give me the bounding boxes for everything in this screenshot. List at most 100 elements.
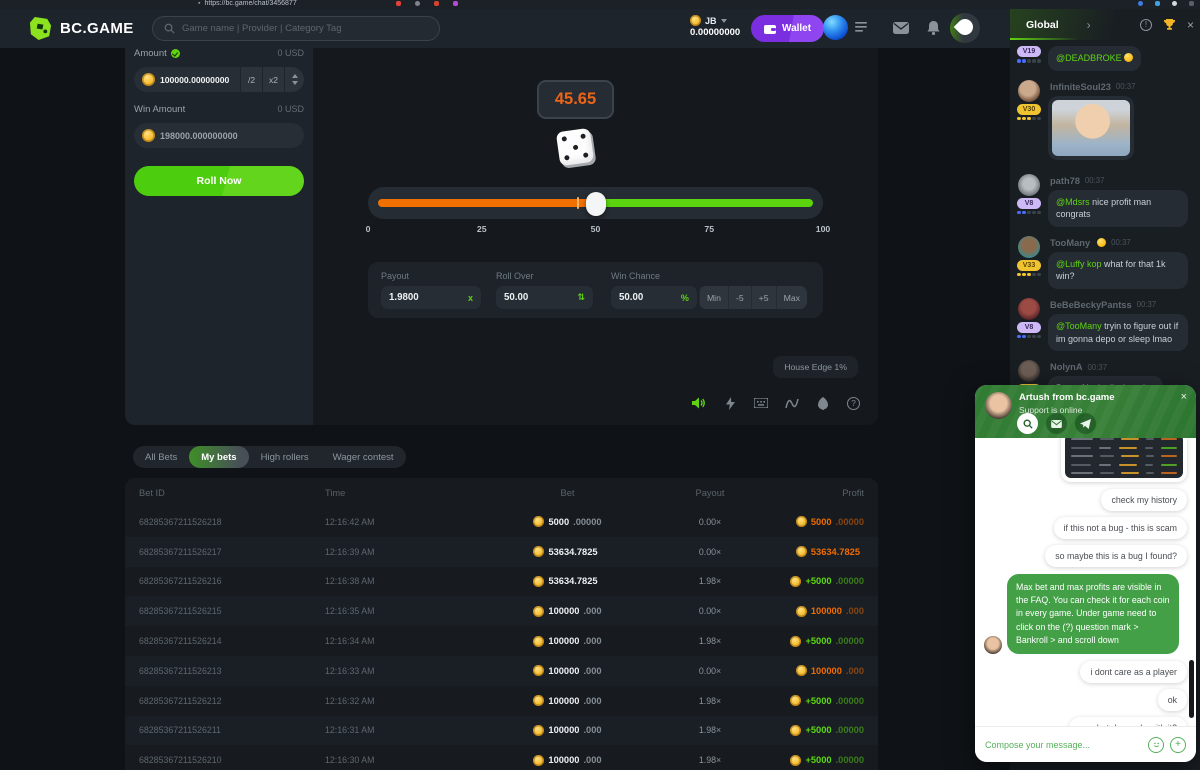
menu-icon[interactable]	[855, 22, 867, 32]
bet-row[interactable]: 68285367211526216 12:16:38 AM 53634.7825…	[125, 567, 878, 597]
currency-selector[interactable]: JB 0.00000000	[690, 15, 740, 38]
trends-icon[interactable]	[785, 396, 799, 410]
bet-row[interactable]: 68285367211526217 12:16:39 AM 53634.7825…	[125, 537, 878, 567]
bets-tab[interactable]: Wager contest	[321, 446, 406, 468]
username[interactable]: NolynA	[1050, 362, 1083, 372]
bet-row[interactable]: 68285367211526214 12:16:34 AM 100000.000…	[125, 626, 878, 656]
coin-icon	[790, 636, 801, 647]
extension-icon	[1138, 1, 1143, 6]
bet-id: 68285367211526214	[125, 636, 325, 646]
bet-profit: +5000.00000	[760, 755, 878, 766]
support-scrollbar[interactable]	[1189, 660, 1194, 718]
support-email-icon[interactable]	[1046, 413, 1067, 434]
bets-tab[interactable]: All Bets	[133, 446, 189, 468]
support-message-input[interactable]	[985, 740, 1142, 750]
bet-payout: 1.98×	[660, 696, 760, 706]
amount-label: Amount	[134, 48, 180, 59]
amount-input[interactable]: 100000.00000000	[134, 67, 240, 92]
mention-link[interactable]: @DEADBROKE	[1056, 53, 1122, 63]
user-avatar[interactable]	[823, 15, 848, 40]
favicon	[434, 1, 439, 6]
help-icon[interactable]: ?	[847, 397, 860, 410]
message-time: 00:37	[1088, 363, 1108, 372]
win-amount-input[interactable]: 198000.000000000	[134, 123, 304, 148]
mention-link[interactable]: @Luffy kop	[1056, 259, 1102, 269]
roll-now-button[interactable]: Roll Now	[134, 166, 304, 196]
browser-chrome: ▪ https://bc.game/chat/3456877	[0, 0, 1200, 9]
avatar[interactable]	[1018, 236, 1040, 258]
support-telegram-icon[interactable]	[1075, 413, 1096, 434]
coin-icon	[533, 755, 544, 766]
avatar[interactable]	[1018, 298, 1040, 320]
bet-payout: 0.00×	[660, 547, 760, 557]
mention-link[interactable]: @TooMany	[1056, 321, 1102, 331]
username[interactable]: BeBeBeckyPantss	[1050, 300, 1132, 310]
payout-input[interactable]: 1.9800 x	[381, 286, 481, 309]
winchance-quick-button[interactable]: Max	[776, 286, 807, 309]
address-bar[interactable]: ▪ https://bc.game/chat/3456877	[198, 0, 297, 7]
bets-tab[interactable]: My bets	[189, 446, 248, 468]
attach-icon[interactable]: +	[1170, 737, 1186, 753]
double-bet-button[interactable]: x2	[262, 67, 284, 92]
close-support-icon[interactable]: ×	[1181, 391, 1187, 403]
bet-row[interactable]: 68285367211526213 12:16:33 AM 100000.000…	[125, 656, 878, 686]
support-search-icon[interactable]	[1017, 413, 1038, 434]
search-input[interactable]	[182, 23, 412, 34]
bet-profit: +5000.00000	[760, 725, 878, 736]
message-bubble: @TooMany tryin to figure out if im gonna…	[1048, 314, 1188, 351]
mention-link[interactable]: @Mdsrs	[1056, 197, 1090, 207]
seed-icon[interactable]	[816, 396, 830, 410]
dice-game-area: 45.65 0 25 50 75 100	[313, 48, 878, 425]
chat-room-title[interactable]: Global	[1026, 19, 1059, 31]
trophy-icon[interactable]	[1163, 18, 1176, 31]
bet-time: 12:16:42 AM	[325, 517, 475, 527]
amount-stepper[interactable]	[284, 67, 304, 92]
bet-profit: 100000.000	[760, 665, 878, 676]
emoji-picker-icon[interactable]	[1148, 737, 1164, 753]
mail-icon[interactable]	[893, 21, 909, 35]
bet-row[interactable]: 68285367211526218 12:16:42 AM 5000.00000…	[125, 507, 878, 537]
half-bet-button[interactable]: /2	[240, 67, 262, 92]
sound-icon[interactable]	[692, 396, 706, 410]
roll-slider[interactable]	[368, 187, 823, 219]
winchance-quick-button[interactable]: Min	[699, 286, 728, 309]
bets-tab[interactable]: High rollers	[249, 446, 321, 468]
hotkeys-icon[interactable]	[754, 396, 768, 410]
col-payout: Payout	[660, 488, 760, 498]
winchance-quick-button[interactable]: +5	[751, 286, 776, 309]
avatar[interactable]	[1018, 80, 1040, 102]
bell-icon[interactable]	[927, 21, 940, 35]
chevron-right-icon[interactable]: ›	[1087, 18, 1091, 32]
vip-level-badge: V8	[1017, 322, 1041, 333]
chat-image[interactable]	[1052, 100, 1130, 156]
avatar[interactable]	[1018, 174, 1040, 196]
bet-row[interactable]: 68285367211526210 12:16:30 AM 100000.000…	[125, 745, 878, 770]
close-chat-icon[interactable]: ×	[1187, 19, 1194, 31]
browser-extensions[interactable]	[1138, 1, 1194, 6]
slider-track[interactable]	[378, 199, 813, 207]
username[interactable]: TooMany	[1050, 238, 1090, 248]
bet-row[interactable]: 68285367211526211 12:16:31 AM 100000.000…	[125, 716, 878, 746]
game-search[interactable]	[152, 16, 440, 41]
chat-screenshot-thumbnail[interactable]	[1061, 438, 1187, 482]
turbo-icon[interactable]	[723, 396, 737, 410]
browser-tabs-favicons[interactable]	[396, 1, 458, 6]
swap-icon[interactable]: ⇅	[577, 292, 585, 303]
bc-game-logo[interactable]: BC.GAME	[28, 16, 134, 41]
roll-result-value: 45.65	[555, 90, 596, 109]
username[interactable]: path78	[1050, 176, 1080, 186]
username[interactable]: InfiniteSoul23	[1050, 82, 1111, 92]
bet-row[interactable]: 68285367211526215 12:16:35 AM 100000.000…	[125, 596, 878, 626]
bet-row[interactable]: 68285367211526212 12:16:32 AM 100000.000…	[125, 686, 878, 716]
winchance-quick-button[interactable]: -5	[728, 286, 751, 309]
bet-profit: 5000.00000	[760, 516, 878, 527]
avatar[interactable]	[1018, 360, 1040, 382]
rollover-input[interactable]: 50.00 ⇅	[496, 286, 593, 309]
winchance-input[interactable]: 50.00 %	[611, 286, 697, 309]
chat-rules-icon[interactable]: !	[1140, 19, 1152, 31]
bonus-icon[interactable]	[950, 13, 980, 43]
wallet-button[interactable]: Wallet	[751, 15, 824, 42]
bet-amount: 100000.000	[475, 636, 660, 647]
message-time: 00:37	[1137, 300, 1157, 309]
slider-handle[interactable]	[586, 192, 606, 216]
